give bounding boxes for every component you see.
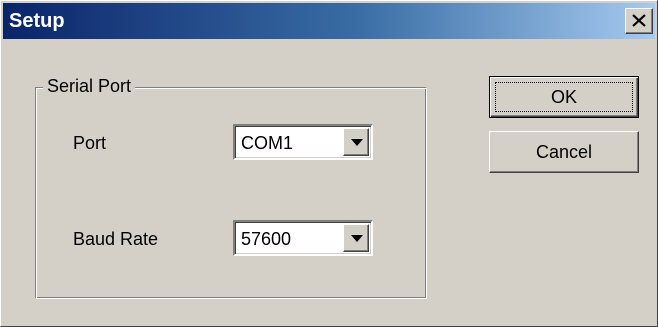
- ok-button-label: OK: [550, 87, 577, 107]
- cancel-button-label: Cancel: [535, 142, 593, 162]
- chevron-down-icon: [351, 235, 363, 242]
- baud-rate-dropdown-button[interactable]: [343, 224, 369, 252]
- port-label: Port: [73, 133, 107, 153]
- window-title: Setup: [9, 10, 65, 32]
- group-legend: Serial Port: [43, 75, 136, 97]
- port-value: COM1: [241, 133, 294, 153]
- setup-dialog: Setup Serial Port Port COM1 Baud Rate 57…: [0, 0, 658, 327]
- close-icon: [632, 14, 646, 27]
- ok-button[interactable]: OK: [489, 76, 639, 118]
- baud-rate-label: Baud Rate: [73, 229, 159, 249]
- port-select[interactable]: COM1: [233, 124, 373, 160]
- port-dropdown-button[interactable]: [343, 128, 369, 156]
- cancel-button[interactable]: Cancel: [489, 131, 639, 173]
- serial-port-group: [35, 87, 427, 299]
- baud-rate-select[interactable]: 57600: [233, 220, 373, 256]
- baud-rate-value: 57600: [241, 229, 292, 249]
- chevron-down-icon: [351, 139, 363, 146]
- title-bar[interactable]: Setup: [3, 3, 655, 39]
- close-button[interactable]: [625, 8, 653, 34]
